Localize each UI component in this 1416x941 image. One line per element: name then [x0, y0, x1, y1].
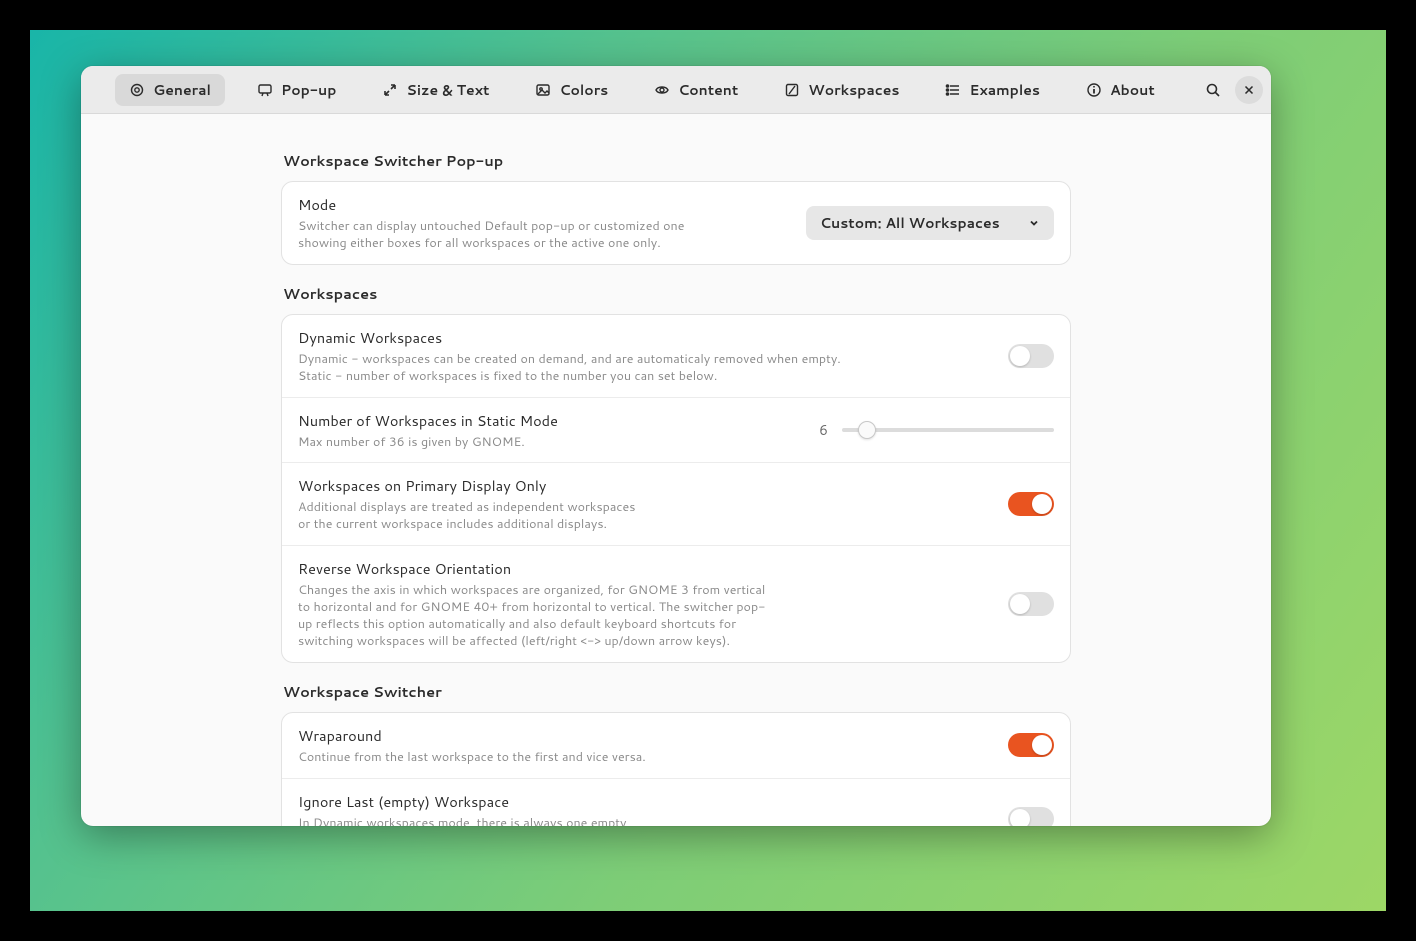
tab-label: About	[1110, 80, 1155, 100]
ignore-last-toggle[interactable]	[1008, 807, 1054, 826]
row-desc: Dynamic - workspaces can be created on d…	[298, 351, 992, 385]
header-actions	[1199, 76, 1263, 104]
row-reverse-orientation: Reverse Workspace Orientation Changes th…	[282, 546, 1070, 662]
section-heading-workspaces: Workspaces	[283, 283, 1071, 304]
settings-window: General Pop-up Size & Text	[81, 66, 1271, 826]
chevron-down-icon	[1028, 217, 1040, 229]
row-desc: Changes the axis in which workspaces are…	[298, 582, 992, 650]
dynamic-workspaces-toggle[interactable]	[1008, 344, 1054, 368]
search-button[interactable]	[1199, 76, 1227, 104]
group-workspaces: Dynamic Workspaces Dynamic - workspaces …	[281, 314, 1071, 663]
tab-about[interactable]: About	[1072, 74, 1169, 106]
mode-dropdown[interactable]: Custom: All Workspaces	[806, 206, 1054, 240]
tab-label: Examples	[969, 80, 1040, 100]
image-icon	[535, 82, 551, 98]
eye-icon	[654, 82, 670, 98]
tab-label: Content	[678, 80, 738, 100]
search-icon	[1205, 82, 1221, 98]
row-desc: Switcher can display untouched Default p…	[298, 218, 790, 252]
tab-label: Workspaces	[808, 80, 899, 100]
tab-workspaces[interactable]: Workspaces	[770, 74, 913, 106]
workspaces-icon	[784, 82, 800, 98]
reverse-orientation-toggle[interactable]	[1008, 592, 1054, 616]
row-desc: Additional displays are treated as indep…	[298, 499, 992, 533]
row-title: Workspaces on Primary Display Only	[298, 475, 992, 496]
tab-popup[interactable]: Pop-up	[243, 74, 350, 106]
tab-content[interactable]: Content	[640, 74, 752, 106]
tab-bar: General Pop-up Size & Text	[89, 74, 1195, 106]
row-number-workspaces: Number of Workspaces in Static Mode Max …	[282, 398, 1070, 464]
section-heading-switcher: Workspace Switcher	[283, 681, 1071, 702]
row-title: Mode	[298, 194, 790, 215]
tab-label: Size & Text	[406, 80, 489, 100]
row-title: Dynamic Workspaces	[298, 327, 992, 348]
close-icon	[1242, 83, 1256, 97]
row-primary-display: Workspaces on Primary Display Only Addit…	[282, 463, 1070, 546]
popup-icon	[257, 82, 273, 98]
row-ignore-last: Ignore Last (empty) Workspace In Dynamic…	[282, 779, 1070, 827]
number-workspaces-control: 6	[814, 418, 1054, 442]
section-heading-popup: Workspace Switcher Pop-up	[283, 150, 1071, 171]
dropdown-value: Custom: All Workspaces	[820, 213, 1000, 233]
group-popup: Mode Switcher can display untouched Defa…	[281, 181, 1071, 265]
tab-colors[interactable]: Colors	[521, 74, 622, 106]
row-title: Number of Workspaces in Static Mode	[298, 410, 798, 431]
list-icon	[945, 82, 961, 98]
tab-label: General	[153, 80, 211, 100]
wraparound-toggle[interactable]	[1008, 733, 1054, 757]
slider-value: 6	[814, 420, 828, 440]
gear-icon	[129, 82, 145, 98]
close-button[interactable]	[1235, 76, 1263, 104]
tab-examples[interactable]: Examples	[931, 74, 1054, 106]
headerbar: General Pop-up Size & Text	[81, 66, 1271, 114]
slider-thumb[interactable]	[858, 421, 876, 439]
info-icon	[1086, 82, 1102, 98]
desktop-background: General Pop-up Size & Text	[30, 30, 1386, 911]
row-desc: In Dynamic workspaces mode, there is alw…	[298, 815, 992, 827]
row-title: Reverse Workspace Orientation	[298, 558, 992, 579]
tab-general[interactable]: General	[115, 74, 225, 106]
tab-label: Pop-up	[281, 80, 336, 100]
number-workspaces-slider[interactable]	[842, 418, 1054, 442]
primary-display-toggle[interactable]	[1008, 492, 1054, 516]
row-desc: Max number of 36 is given by GNOME.	[298, 434, 798, 451]
group-switcher: Wraparound Continue from the last worksp…	[281, 712, 1071, 826]
row-desc: Continue from the last workspace to the …	[298, 749, 992, 766]
row-title: Ignore Last (empty) Workspace	[298, 791, 992, 812]
row-dynamic-workspaces: Dynamic Workspaces Dynamic - workspaces …	[282, 315, 1070, 398]
expand-icon	[382, 82, 398, 98]
tab-size-text[interactable]: Size & Text	[368, 74, 503, 106]
row-wraparound: Wraparound Continue from the last worksp…	[282, 713, 1070, 779]
tab-label: Colors	[559, 80, 608, 100]
row-mode: Mode Switcher can display untouched Defa…	[282, 182, 1070, 264]
content-area: Workspace Switcher Pop-up Mode Switcher …	[81, 114, 1271, 826]
row-title: Wraparound	[298, 725, 992, 746]
